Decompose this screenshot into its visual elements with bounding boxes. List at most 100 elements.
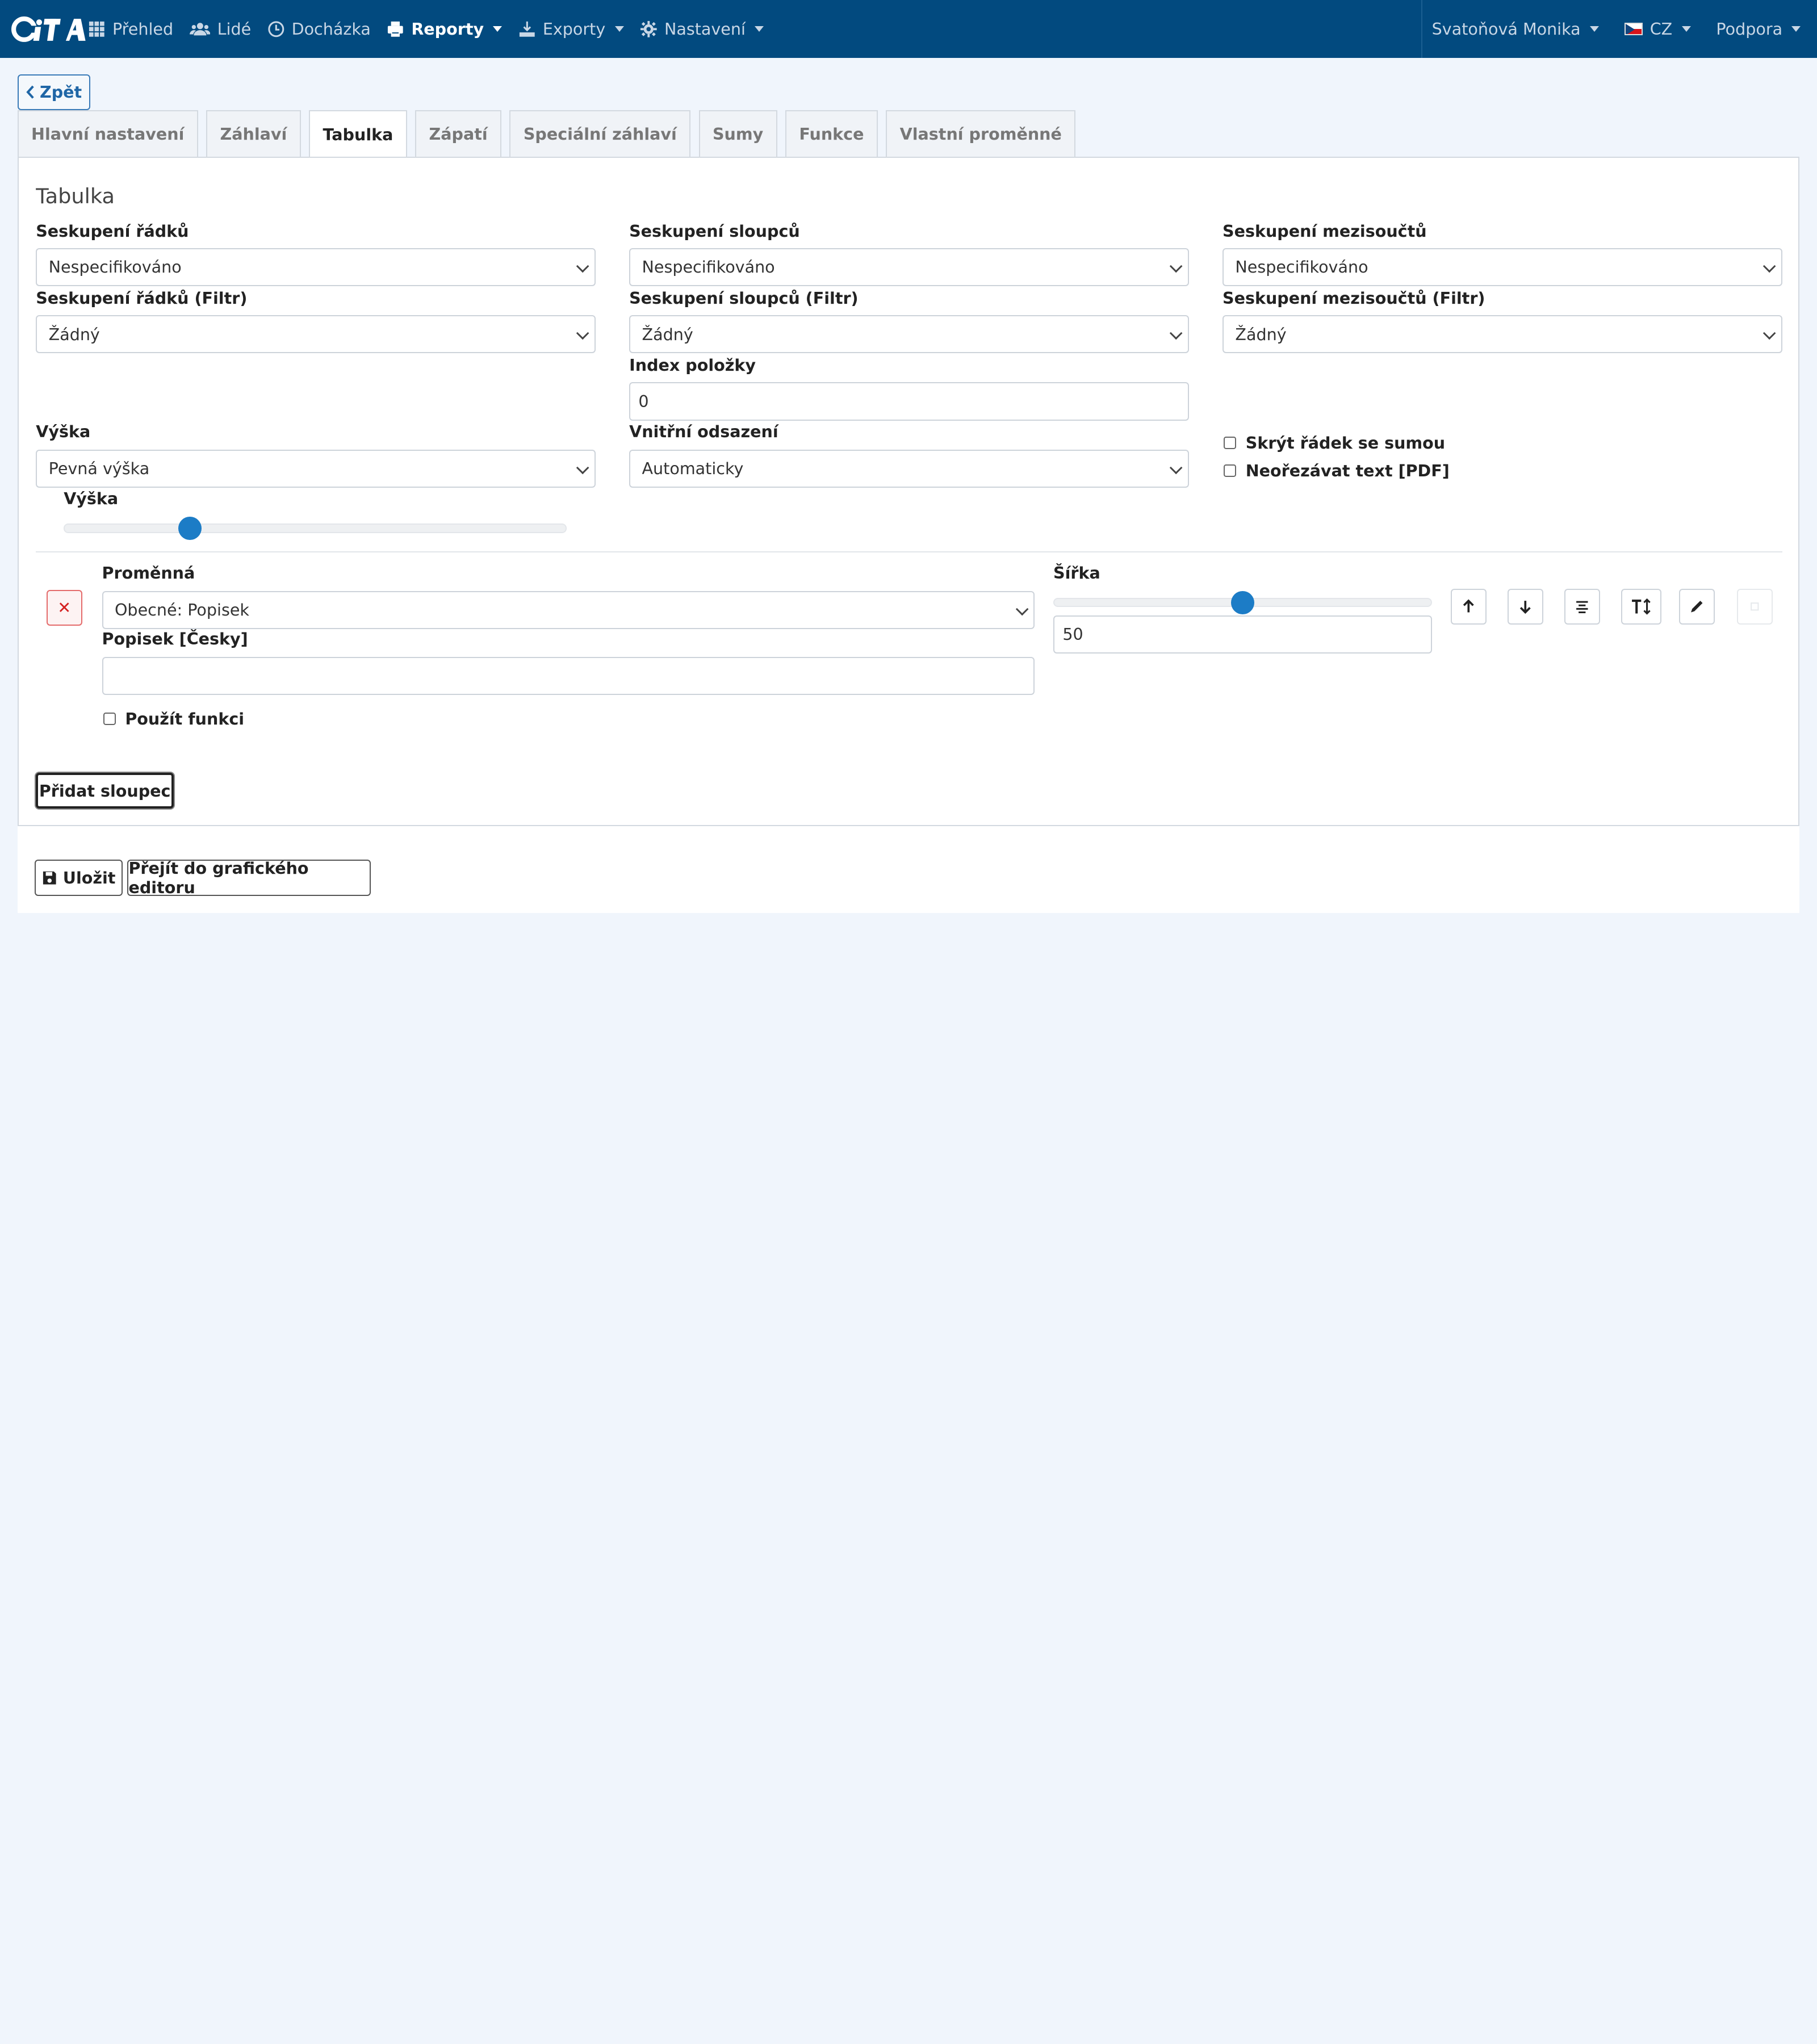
height-value: Pevná výška	[48, 459, 150, 479]
row-filter-select[interactable]: Žádný	[36, 315, 596, 354]
divider	[36, 551, 1782, 553]
col-group-select[interactable]: Nespecifikováno	[629, 248, 1189, 287]
arrow-up-icon	[1463, 599, 1475, 613]
variable-value: Obecné: Popisek	[114, 600, 249, 620]
chevron-down-icon	[1762, 259, 1776, 273]
chevron-down-icon	[576, 259, 590, 273]
padding-select[interactable]: Automaticky	[629, 449, 1189, 488]
export-icon	[519, 21, 535, 37]
padding-label: Vnitřní odsazení	[629, 421, 778, 441]
col-group-value: Nespecifikováno	[642, 257, 775, 277]
tab-bar: Hlavní nastavení Záhlaví Tabulka Zápatí …	[17, 110, 1076, 158]
tab-funkce[interactable]: Funkce	[785, 110, 878, 157]
nav-exporty[interactable]: Exporty	[518, 19, 624, 39]
chevron-down-icon	[1169, 461, 1183, 475]
nav-separator	[1421, 0, 1423, 58]
nav-label: Nastavení	[664, 19, 746, 39]
height-slider-label: Výška	[64, 489, 119, 509]
use-function-checkbox[interactable]: Použít funkci	[103, 709, 244, 728]
subtotal-group-value: Nespecifikováno	[1235, 257, 1368, 277]
height-slider[interactable]	[64, 517, 567, 540]
subtotal-filter-select[interactable]: Žádný	[1223, 315, 1782, 354]
row-filter-label: Seskupení řádků (Filtr)	[36, 288, 248, 308]
gear-icon	[640, 20, 657, 37]
back-label: Zpět	[40, 82, 82, 102]
printer-icon	[388, 21, 404, 37]
nav-label: Přehled	[112, 19, 174, 39]
chevron-left-icon	[26, 85, 34, 99]
width-value: 50	[1062, 625, 1083, 644]
checkbox-box[interactable]	[103, 712, 116, 726]
chevron-down-icon	[1762, 327, 1776, 341]
subtotal-group-label: Seskupení mezisoučtů	[1223, 221, 1427, 241]
text-height-button[interactable]	[1621, 588, 1662, 625]
no-crop-text-checkbox[interactable]: Neořezávat text [PDF]	[1224, 461, 1450, 480]
col-group-label: Seskupení sloupců	[629, 221, 800, 241]
width-label: Šířka	[1053, 563, 1100, 583]
save-button[interactable]: Uložit	[35, 860, 123, 896]
item-index-value: 0	[638, 392, 649, 412]
back-button[interactable]: Zpět	[17, 74, 91, 110]
tab-specialni-zahlavi[interactable]: Speciální záhlaví	[509, 110, 691, 157]
czech-flag-icon	[1624, 22, 1643, 36]
checkbox-box[interactable]	[1224, 436, 1237, 450]
caret-down-icon	[614, 26, 624, 32]
square-icon	[1751, 602, 1759, 611]
nav-nastaveni[interactable]: Nastavení	[640, 19, 764, 39]
subtotal-group-select[interactable]: Nespecifikováno	[1223, 248, 1782, 287]
hide-sum-row-label: Skrýt řádek se sumou	[1245, 433, 1446, 453]
caption-input[interactable]	[102, 657, 1035, 696]
chevron-down-icon	[1169, 327, 1183, 341]
disabled-option-button[interactable]	[1737, 588, 1773, 625]
language-label: CZ	[1649, 19, 1673, 39]
tab-tabulka[interactable]: Tabulka	[309, 110, 407, 158]
tab-hlavni-nastaveni[interactable]: Hlavní nastavení	[17, 110, 198, 157]
nav-reporty[interactable]: Reporty	[387, 19, 503, 39]
height-label: Výška	[36, 421, 91, 441]
col-filter-value: Žádný	[642, 324, 693, 344]
hide-sum-row-checkbox[interactable]: Skrýt řádek se sumou	[1224, 433, 1445, 453]
chevron-down-icon	[1015, 602, 1029, 616]
language-menu[interactable]: CZ	[1624, 19, 1691, 39]
width-slider-thumb[interactable]	[1231, 590, 1255, 614]
width-input[interactable]: 50	[1053, 615, 1433, 654]
use-function-label: Použít funkci	[125, 709, 245, 728]
checkbox-box[interactable]	[1224, 464, 1237, 478]
col-filter-label: Seskupení sloupců (Filtr)	[629, 288, 859, 308]
item-index-input[interactable]: 0	[629, 382, 1189, 421]
nav-dochazka[interactable]: Docházka	[267, 19, 371, 39]
graphic-editor-button[interactable]: Přejít do grafického editoru	[127, 858, 371, 897]
support-menu[interactable]: Podpora	[1716, 19, 1801, 39]
tab-vlastni-promenne[interactable]: Vlastní proměnné	[886, 110, 1076, 157]
user-name: Svatoňová Monika	[1431, 19, 1581, 39]
move-down-button[interactable]	[1508, 588, 1544, 625]
col-filter-select[interactable]: Žádný	[629, 315, 1189, 354]
tab-zapati[interactable]: Zápatí	[415, 110, 502, 157]
cita-logo[interactable]	[0, 0, 88, 58]
caret-down-icon	[1681, 26, 1691, 32]
row-group-select[interactable]: Nespecifikováno	[36, 248, 596, 287]
user-menu[interactable]: Svatoňová Monika	[1432, 19, 1599, 39]
nav-label: Exporty	[542, 19, 606, 39]
clock-icon	[268, 21, 284, 37]
caret-down-icon	[1791, 26, 1801, 32]
no-crop-text-label: Neořezávat text [PDF]	[1245, 461, 1450, 481]
delete-column-button[interactable]: ✕	[46, 589, 82, 626]
nav-label: Docházka	[291, 19, 371, 39]
height-select[interactable]: Pevná výška	[36, 449, 596, 488]
row-filter-value: Žádný	[48, 324, 100, 344]
align-button[interactable]	[1564, 588, 1601, 625]
panel-title: Tabulka	[36, 184, 115, 209]
width-slider[interactable]	[1053, 590, 1433, 614]
tab-sumy[interactable]: Sumy	[698, 110, 777, 157]
edit-button[interactable]	[1679, 588, 1715, 625]
nav-prehled[interactable]: Přehled	[88, 19, 173, 39]
variable-label: Proměnná	[102, 563, 195, 583]
add-column-button[interactable]: Přidat sloupec	[36, 773, 174, 809]
nav-lide[interactable]: Lidé	[189, 19, 251, 39]
variable-select[interactable]: Obecné: Popisek	[102, 590, 1035, 630]
height-slider-thumb[interactable]	[178, 517, 202, 540]
chevron-down-icon	[1169, 259, 1183, 273]
tab-zahlavi[interactable]: Záhlaví	[206, 110, 301, 157]
move-up-button[interactable]	[1451, 588, 1487, 625]
